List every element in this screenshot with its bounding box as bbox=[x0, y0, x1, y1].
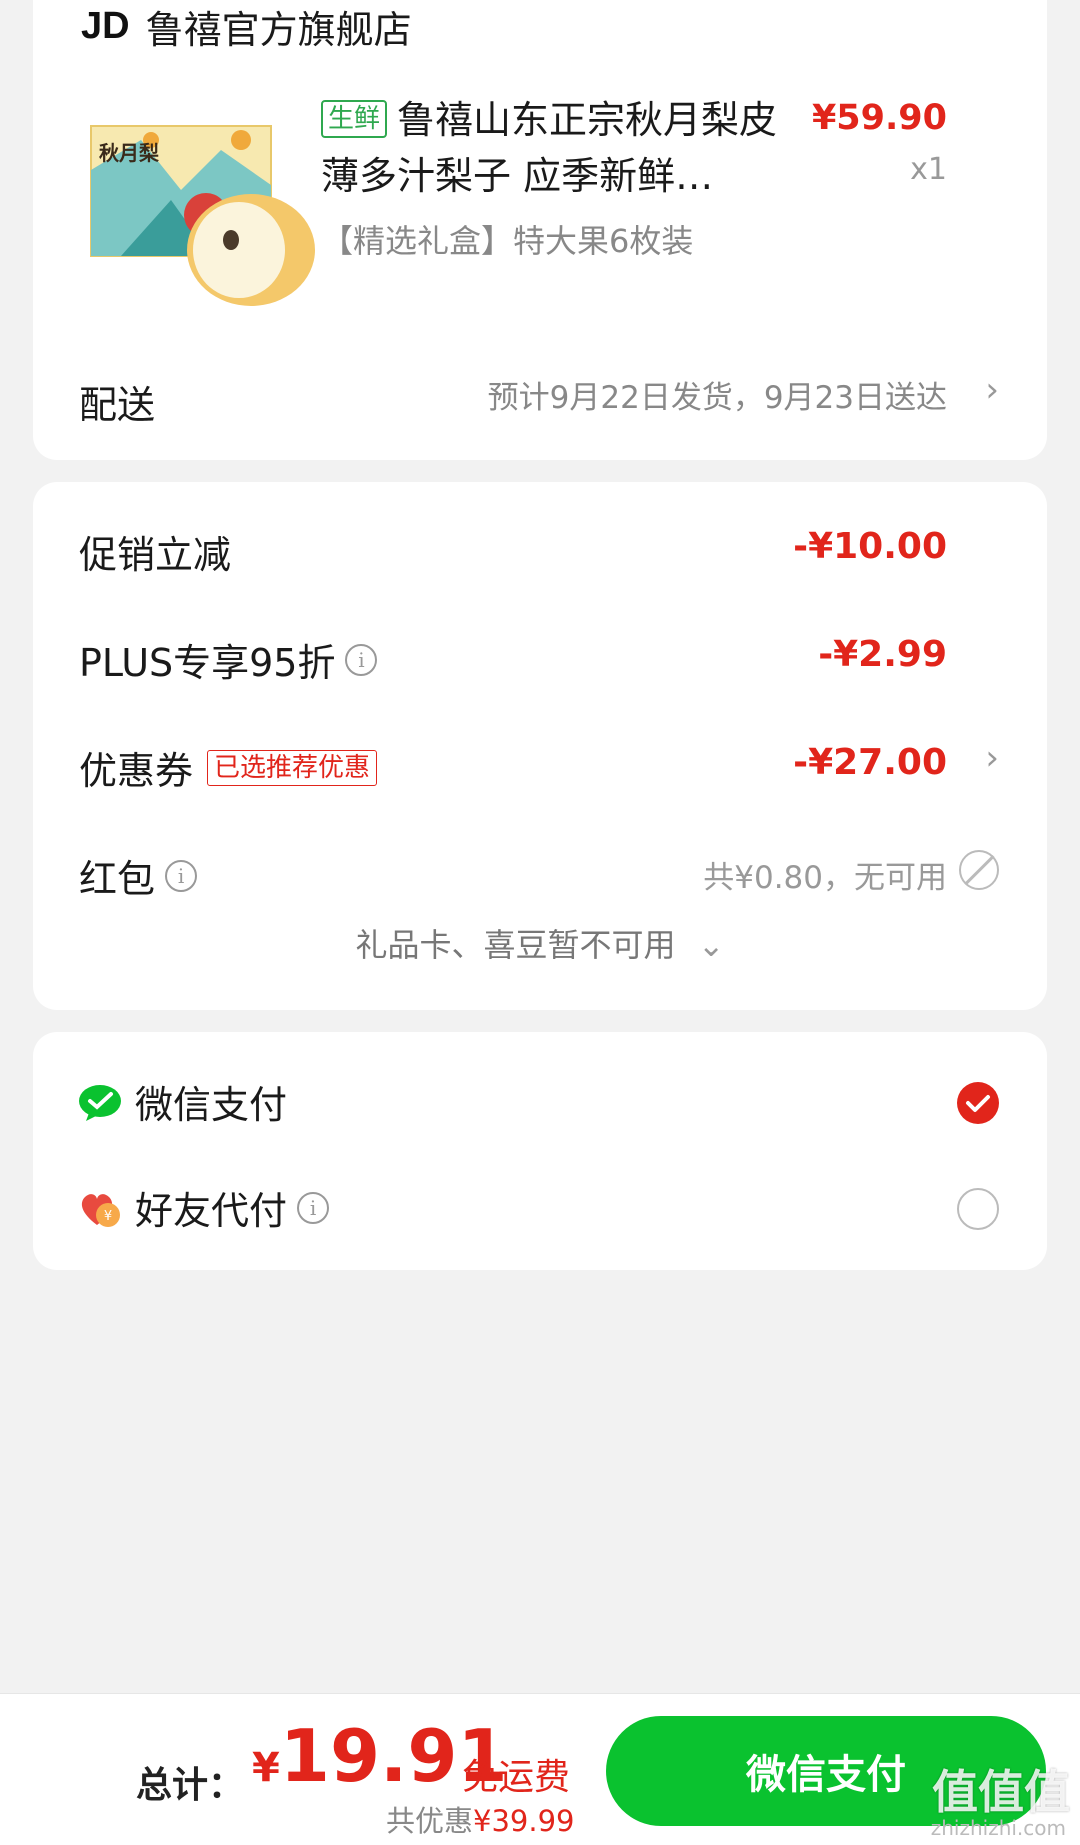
coupon-label: 优惠券 bbox=[79, 749, 194, 793]
chevron-right-icon[interactable]: › bbox=[985, 738, 999, 778]
total-label: 总计： bbox=[136, 1765, 245, 1806]
discount-card: 促销立减 -¥10.00 PLUS专享95折 i -¥2.99 优惠券 已选推荐… bbox=[33, 482, 1047, 1010]
saved-label: 共优惠 bbox=[386, 1804, 474, 1838]
product-title-text: 鲁禧山东正宗秋月梨皮薄多汁梨子 应季新鲜… bbox=[321, 98, 778, 198]
friend-pay-label: 好友代付 bbox=[135, 1189, 288, 1233]
chevron-down-icon: ⌄ bbox=[697, 926, 725, 964]
plus-value: -¥2.99 bbox=[818, 634, 947, 675]
coupon-row[interactable]: 优惠券 已选推荐优惠 bbox=[79, 740, 378, 795]
hongbao-note: 共¥0.80，无可用 bbox=[703, 860, 947, 896]
free-shipping-label: 免运费 bbox=[462, 1757, 571, 1798]
friend-pay-icon: ¥ bbox=[81, 1193, 120, 1227]
delivery-label: 配送 bbox=[79, 383, 156, 427]
friend-pay-option[interactable]: ¥ 好友代付 i bbox=[77, 1180, 330, 1235]
coupon-value[interactable]: -¥27.00 bbox=[793, 742, 947, 783]
wechat-pay-radio[interactable] bbox=[957, 1082, 999, 1124]
order-card: JD 鲁禧官方旗舰店 秋月梨 生鲜 鲁禧山东正宗秋月梨皮薄多汁梨子 应季新鲜… ¥… bbox=[33, 0, 1047, 460]
product-quantity: x1 bbox=[910, 152, 947, 187]
jd-logo: JD bbox=[81, 4, 130, 47]
product-spec: 【精选礼盒】特大果6枚装 bbox=[321, 222, 694, 260]
delivery-info[interactable]: 预计9月22日发货，9月23日送达 bbox=[488, 372, 947, 417]
product-price: ¥59.90 bbox=[811, 98, 947, 138]
product-title[interactable]: 生鲜 鲁禧山东正宗秋月梨皮薄多汁梨子 应季新鲜… bbox=[321, 92, 801, 204]
coupon-tag: 已选推荐优惠 bbox=[207, 749, 378, 786]
info-icon[interactable]: i bbox=[345, 643, 378, 676]
watermark-url: zhizhizhi.com bbox=[930, 1816, 1066, 1840]
gift-card-note[interactable]: 礼品卡、喜豆暂不可用 ⌄ bbox=[33, 920, 1047, 966]
shop-header[interactable]: JD 鲁禧官方旗舰店 bbox=[81, 0, 412, 52]
wechat-icon bbox=[79, 1084, 121, 1121]
disabled-icon bbox=[959, 850, 999, 890]
hongbao-label: 红包 bbox=[79, 857, 156, 901]
saved-summary[interactable]: 共优惠¥39.99 bbox=[386, 1798, 575, 1840]
hongbao-row: 红包 i bbox=[79, 848, 198, 903]
info-icon[interactable]: i bbox=[297, 1191, 330, 1224]
promo-label: 促销立减 bbox=[79, 533, 232, 577]
total-currency: ¥ bbox=[252, 1745, 280, 1791]
shop-name: 鲁禧官方旗舰店 bbox=[145, 7, 412, 52]
gift-card-note-text: 礼品卡、喜豆暂不可用 bbox=[355, 926, 676, 964]
plus-discount-row: PLUS专享95折 i bbox=[79, 632, 378, 687]
info-icon[interactable]: i bbox=[165, 859, 198, 892]
saved-amount: ¥39.99 bbox=[473, 1804, 575, 1838]
wechat-pay-label: 微信支付 bbox=[135, 1083, 288, 1127]
svg-text:¥: ¥ bbox=[104, 1209, 112, 1224]
checkout-bar: 总计： ¥19.91 免运费 共优惠¥39.99 微信支付 值值值 zhizhi… bbox=[0, 1693, 1080, 1845]
product-thumbnail[interactable]: 秋月梨 bbox=[81, 100, 331, 310]
chevron-right-icon[interactable]: › bbox=[985, 370, 999, 410]
watermark: 值值值 bbox=[932, 1765, 1070, 1819]
friend-pay-radio[interactable] bbox=[957, 1188, 999, 1230]
promo-value: -¥10.00 bbox=[793, 526, 947, 567]
plus-label: PLUS专享95折 bbox=[79, 641, 336, 685]
payment-card: 微信支付 ¥ 好友代付 i bbox=[33, 1032, 1047, 1270]
fresh-tag: 生鲜 bbox=[321, 100, 388, 138]
box-label: 秋月梨 bbox=[99, 141, 160, 165]
wechat-pay-option[interactable]: 微信支付 bbox=[77, 1074, 287, 1129]
